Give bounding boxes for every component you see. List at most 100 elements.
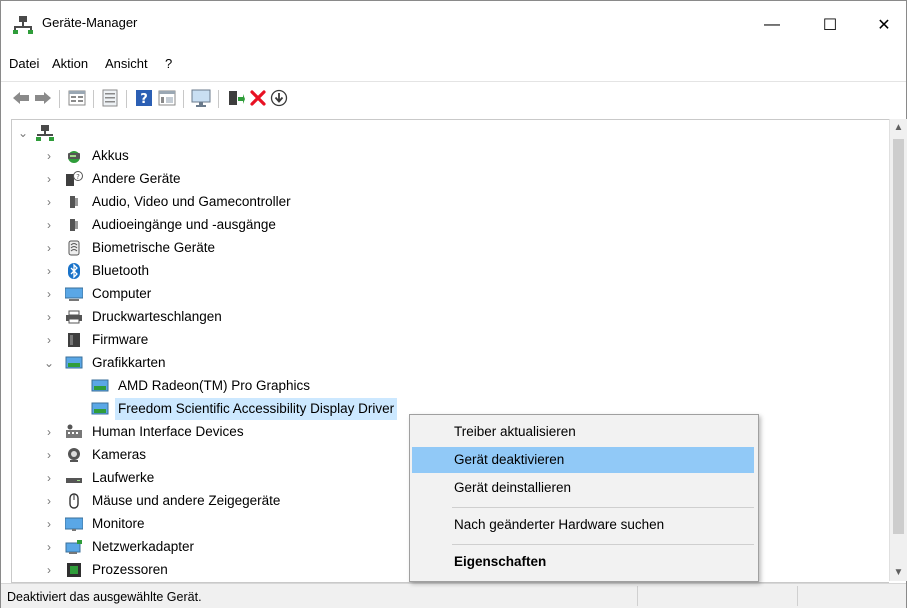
toolbar-separator (126, 90, 127, 108)
tree-device-label: AMD Radeon(TM) Pro Graphics (118, 378, 311, 393)
expand-arrow-icon[interactable]: › (43, 237, 55, 259)
menu-help[interactable]: ? (165, 56, 172, 71)
tree-category-computer[interactable]: › Computer (12, 283, 432, 305)
tree-category-andere-geräte[interactable]: ›? Andere Geräte (12, 168, 432, 190)
mouse-icon (69, 493, 79, 509)
toolbar-separator (93, 90, 94, 108)
tree-category-human-interface-devices[interactable]: › Human Interface Devices (12, 421, 432, 443)
status-separator (637, 586, 638, 606)
computer-icon (65, 287, 83, 301)
expand-arrow-icon[interactable]: › (43, 329, 55, 351)
ctx-properties[interactable]: Eigenschaften (412, 549, 754, 575)
menu-aktion[interactable]: Aktion (52, 56, 88, 71)
menu-datei[interactable]: Datei (9, 56, 39, 71)
tree-category-kameras[interactable]: › Kameras (12, 444, 432, 466)
tree-category-laufwerke[interactable]: › Laufwerke (12, 467, 432, 489)
title-bar[interactable]: Geräte-Manager — ☐ ✕ (1, 1, 906, 49)
tree-category-prozessoren[interactable]: › Prozessoren (12, 559, 432, 581)
expand-arrow-icon[interactable]: › (43, 536, 55, 558)
device-manager-icon (13, 16, 33, 34)
tree-category-druckwarteschlangen[interactable]: › Druckwarteschlangen (12, 306, 432, 328)
tree-category-bluetooth[interactable]: › Bluetooth (12, 260, 432, 282)
scroll-thumb[interactable] (893, 139, 904, 534)
network-icon (65, 540, 82, 554)
window-title: Geräte-Manager (42, 15, 138, 30)
display-adapter-icon (65, 356, 83, 369)
collapse-arrow-icon[interactable]: ⌄ (17, 122, 29, 144)
tree-category-audio-video-und-gamecontroller[interactable]: › Audio, Video und Gamecontroller (12, 191, 432, 213)
ctx-update-driver[interactable]: Treiber aktualisieren (412, 419, 754, 445)
computer-root-icon (36, 125, 54, 141)
expand-arrow-icon[interactable]: › (43, 513, 55, 535)
close-button[interactable]: ✕ (861, 1, 907, 49)
maximize-button[interactable]: ☐ (807, 1, 853, 49)
tree-category-label: Bluetooth (92, 263, 150, 278)
camera-icon (68, 448, 80, 462)
minimize-button[interactable]: — (749, 1, 795, 49)
tree-category-label: Computer (92, 286, 152, 301)
expand-arrow-icon[interactable]: › (43, 490, 55, 512)
view-icon[interactable] (157, 88, 177, 108)
tree-category-label: Andere Geräte (92, 171, 181, 186)
tree-category-audioeingänge-und-ausgänge[interactable]: › Audioeingänge und -ausgänge (12, 214, 432, 236)
monitor-icon[interactable] (191, 88, 211, 108)
tree-category-firmware[interactable]: › Firmware (12, 329, 432, 351)
toolbar-separator (183, 90, 184, 108)
expand-arrow-icon[interactable]: › (43, 421, 55, 443)
expand-arrow-icon[interactable]: › (43, 306, 55, 328)
tree-device-item[interactable]: AMD Radeon(TM) Pro Graphics (12, 375, 532, 397)
menu-bar: Datei Aktion Ansicht ? (1, 50, 906, 76)
ctx-separator (452, 544, 754, 545)
tree-category-akkus[interactable]: › Akkus (12, 145, 432, 167)
ctx-separator (452, 507, 754, 508)
driver-icon[interactable] (100, 88, 120, 108)
tree-root[interactable]: ⌄ (12, 122, 212, 144)
scroll-down-icon[interactable]: ▼ (890, 564, 907, 581)
expand-arrow-icon[interactable]: › (43, 283, 55, 305)
tree-category-grafikkarten[interactable]: ⌄ Grafikkarten (12, 352, 432, 374)
vertical-scrollbar[interactable]: ▲ ▼ (889, 119, 907, 581)
menu-ansicht[interactable]: Ansicht (105, 56, 148, 71)
add-driver-icon[interactable] (226, 88, 246, 108)
tree-category-label: Audioeingänge und -ausgänge (92, 217, 276, 232)
tree-category-biometrische-geräte[interactable]: › Biometrische Geräte (12, 237, 432, 259)
ctx-disable-device[interactable]: Gerät deaktivieren (412, 447, 754, 473)
context-menu: Treiber aktualisieren Gerät deaktivieren… (409, 414, 759, 582)
tree-category-monitore[interactable]: › Monitore (12, 513, 432, 535)
expand-arrow-icon[interactable]: › (43, 214, 55, 236)
tree-category-label: Prozessoren (92, 562, 168, 577)
forward-icon[interactable] (33, 88, 53, 108)
status-bar: Deaktiviert das ausgewählte Gerät. (1, 583, 906, 608)
tree-category-label: Akkus (92, 148, 129, 163)
ctx-scan-hardware[interactable]: Nach geänderter Hardware suchen (412, 512, 754, 538)
back-icon[interactable] (11, 88, 31, 108)
expand-arrow-icon[interactable]: › (43, 467, 55, 489)
expand-arrow-icon[interactable]: › (43, 260, 55, 282)
ctx-uninstall-device[interactable]: Gerät deinstallieren (412, 475, 754, 501)
display-adapter-icon (91, 379, 109, 392)
tree-category-netzwerkadapter[interactable]: › Netzwerkadapter (12, 536, 432, 558)
status-text: Deaktiviert das ausgewählte Gerät. (7, 590, 202, 604)
collapse-arrow-icon[interactable]: ⌄ (43, 352, 55, 374)
toolbar-separator (59, 90, 60, 108)
svg-text:?: ? (76, 173, 80, 181)
speaker-icon (70, 196, 78, 208)
download-icon[interactable] (269, 88, 289, 108)
expand-arrow-icon[interactable]: › (43, 145, 55, 167)
tree-category-label: Audio, Video und Gamecontroller (92, 194, 291, 209)
help-icon[interactable]: ? (134, 88, 154, 108)
uninstall-icon[interactable] (248, 88, 268, 108)
tree-category-mäuse-und-andere-zeigegeräte[interactable]: › Mäuse und andere Zeigegeräte (12, 490, 432, 512)
properties-grid-icon[interactable] (67, 88, 87, 108)
speaker-icon (70, 219, 78, 231)
tree-category-label: Monitore (92, 516, 145, 531)
expand-arrow-icon[interactable]: › (43, 559, 55, 581)
tree-category-label: Druckwarteschlangen (92, 309, 222, 324)
scroll-up-icon[interactable]: ▲ (890, 119, 907, 136)
toolbar: ? (1, 81, 906, 116)
expand-arrow-icon[interactable]: › (43, 168, 55, 190)
svg-text:?: ? (140, 92, 148, 107)
expand-arrow-icon[interactable]: › (43, 444, 55, 466)
expand-arrow-icon[interactable]: › (43, 191, 55, 213)
drive-icon (66, 478, 82, 483)
